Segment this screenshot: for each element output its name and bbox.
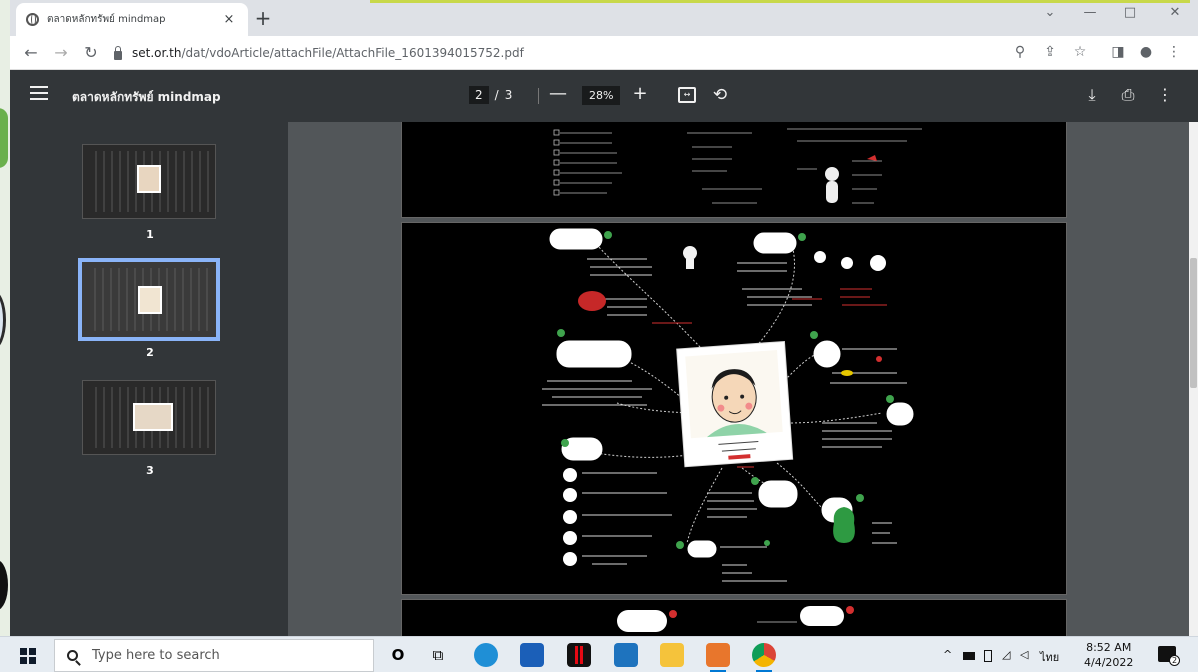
close-window-button[interactable]: ✕ (1155, 5, 1195, 20)
file-explorer-icon[interactable] (660, 643, 684, 667)
profile-icon[interactable]: ● (1136, 44, 1156, 60)
search-placeholder: Type here to search (92, 648, 220, 663)
desktop-wallpaper (0, 0, 10, 636)
bubble (813, 340, 841, 368)
windows-start-icon[interactable] (20, 648, 36, 664)
thumbnail-label: 2 (146, 346, 154, 359)
search-icon (67, 650, 78, 661)
rotate-icon[interactable]: ⟲ (710, 85, 730, 105)
url-path: /dat/vdoArticle/attachFile/AttachFile_16… (181, 46, 524, 60)
edge-icon[interactable] (474, 643, 498, 667)
zoom-lens-icon[interactable]: ⚲ (1010, 44, 1030, 60)
mindmap-page-art (542, 228, 914, 582)
pdf-page-3 (401, 599, 1067, 636)
maximize-button[interactable]: □ (1110, 5, 1150, 20)
chrome-window: ตลาดหลักทรัพย์ mindmap × + ⌄ — □ ✕ ← → ↻… (10, 0, 1198, 636)
battery-icon[interactable] (963, 652, 975, 660)
clock-date: 4/4/2022 (1084, 656, 1134, 669)
wallpaper-decoration (0, 560, 8, 610)
minimize-button[interactable]: — (1070, 5, 1110, 20)
task-view-icon[interactable]: ⧉ (426, 643, 450, 667)
tab-title: ตลาดหลักทรัพย์ mindmap (47, 14, 166, 25)
thumbnail-label: 1 (146, 228, 154, 241)
bookmark-star-icon[interactable]: ☆ (1070, 44, 1090, 60)
taskbar-search-box[interactable]: Type here to search (54, 639, 374, 672)
vertical-scrollbar[interactable] (1189, 122, 1198, 636)
zoom-in-button[interactable]: + (630, 83, 650, 105)
page-indicator: 2 / 3 (469, 86, 512, 104)
notification-center-icon[interactable]: 2 (1158, 646, 1180, 666)
side-panel-icon[interactable]: ◨ (1108, 44, 1128, 60)
zoom-out-button[interactable]: — (548, 83, 568, 105)
url-host: set.or.th (132, 46, 182, 60)
bubble (687, 540, 717, 558)
bubble (758, 480, 798, 508)
tab-search-icon[interactable]: ⌄ (1030, 5, 1070, 20)
wallpaper-decoration (0, 290, 6, 350)
bubble (549, 228, 603, 250)
thumbnail-portrait (133, 403, 173, 431)
chrome-taskbar-icon[interactable] (752, 643, 776, 672)
pdf-page-2 (401, 222, 1067, 595)
pdf-page-1 (401, 122, 1067, 218)
cortana-icon[interactable]: O (386, 643, 410, 667)
browser-tab[interactable]: ตลาดหลักทรัพย์ mindmap × (16, 3, 248, 36)
scrollbar-thumb[interactable] (1190, 258, 1197, 388)
network-icon[interactable]: ◿ (1002, 648, 1010, 661)
thumbnail-portrait (138, 286, 162, 314)
store-icon[interactable] (520, 643, 544, 667)
chrome-menu-icon[interactable]: ⋮ (1164, 44, 1184, 60)
address-bar[interactable]: set.or.th /dat/vdoArticle/attachFile/Att… (114, 42, 994, 64)
fit-page-icon[interactable]: ↔ (678, 87, 696, 103)
thumbnail-sidebar: 1 2 3 (10, 122, 288, 636)
volume-icon[interactable]: ◁ (1020, 648, 1028, 661)
download-icon[interactable]: ⤓ (1082, 85, 1102, 105)
print-icon[interactable]: ⎙ (1118, 85, 1138, 105)
zoom-level-input[interactable]: 28% (582, 86, 621, 105)
wallpaper-decoration (0, 108, 8, 168)
forward-icon[interactable]: → (50, 43, 72, 63)
page-separator: / (494, 88, 499, 102)
page-thumbnail-1[interactable] (82, 144, 216, 219)
address-bar-row: ← → ↻ set.or.th /dat/vdoArticle/attachFi… (10, 36, 1198, 70)
mail-icon[interactable] (614, 643, 638, 667)
pdf-more-icon[interactable]: ⋮ (1155, 85, 1175, 105)
mindmap-page-art (617, 606, 854, 632)
clock-time: 8:52 AM (1086, 641, 1132, 654)
bubble (886, 402, 914, 426)
bubble (753, 232, 797, 254)
mindmap-page-art (553, 128, 922, 204)
windows-taskbar: Type here to search O ⧉ ^ ◿ ◁ ไทย 8:52 A… (0, 636, 1198, 672)
language-indicator[interactable]: ไทย (1040, 648, 1059, 666)
bubble (556, 340, 632, 368)
device-icon[interactable] (984, 650, 992, 662)
desktop: { "browser": { "tab_title": "ตลาดหลักทรั… (0, 0, 1198, 672)
reload-icon[interactable]: ↻ (80, 43, 102, 63)
pdf-toolbar: ตลาดหลักทรัพย์ mindmap 2 / 3 — 28% + ↔ ⟲… (10, 70, 1198, 122)
share-icon[interactable]: ⇪ (1040, 44, 1060, 60)
pdf-title: ตลาดหลักทรัพย์ mindmap (72, 90, 221, 104)
toolbar-divider (538, 88, 539, 104)
hamburger-menu-icon[interactable] (30, 86, 48, 100)
page-number-input[interactable]: 2 (469, 86, 489, 104)
globe-icon (26, 13, 39, 26)
page-thumbnail-3[interactable] (82, 380, 216, 455)
powerpoint-icon[interactable] (706, 643, 730, 672)
tray-overflow-icon[interactable]: ^ (943, 648, 952, 661)
wallpaper-peek (370, 0, 1190, 3)
thumbnail-label: 3 (146, 464, 154, 477)
page-thumbnail-2[interactable] (78, 258, 220, 341)
page-total: 3 (504, 88, 513, 102)
tab-strip: ตลาดหลักทรัพย์ mindmap × + ⌄ — □ ✕ (10, 0, 1198, 36)
back-icon[interactable]: ← (20, 43, 42, 63)
notification-count: 2 (1169, 655, 1180, 666)
thumbnail-portrait (137, 165, 161, 193)
netflix-icon[interactable] (567, 643, 591, 667)
tab-close-icon[interactable]: × (220, 12, 238, 27)
pdf-viewer[interactable] (288, 122, 1189, 636)
new-tab-button[interactable]: + (252, 7, 274, 29)
lock-icon (114, 45, 122, 60)
system-clock[interactable]: 8:52 AM 4/4/2022 (1084, 640, 1133, 670)
